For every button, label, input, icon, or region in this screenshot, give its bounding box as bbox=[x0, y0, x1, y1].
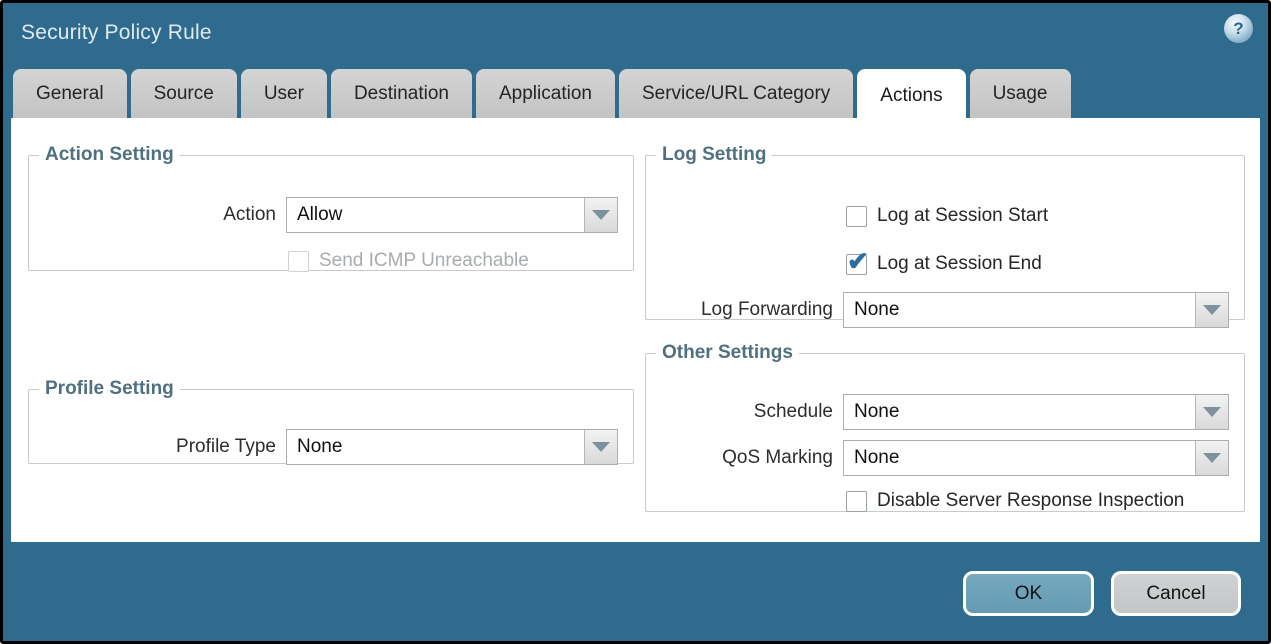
log-session-start-row: Log at Session Start bbox=[846, 205, 1048, 227]
help-icon[interactable]: ? bbox=[1224, 14, 1253, 43]
disable-server-response-inspection-checkbox[interactable] bbox=[846, 491, 867, 512]
triangle-glyph bbox=[592, 210, 610, 220]
log-session-start-checkbox[interactable] bbox=[846, 206, 867, 227]
qos-marking-dropdown-value: None bbox=[844, 441, 1195, 475]
ok-button[interactable]: OK bbox=[963, 571, 1094, 616]
tab-service-url-category[interactable]: Service/URL Category bbox=[619, 69, 853, 118]
tab-usage[interactable]: Usage bbox=[970, 69, 1071, 118]
dsri-row: Disable Server Response Inspection bbox=[846, 490, 1184, 512]
log-forwarding-label: Log Forwarding bbox=[646, 299, 833, 321]
action-setting-legend: Action Setting bbox=[39, 144, 180, 166]
disable-server-response-inspection-label[interactable]: Disable Server Response Inspection bbox=[877, 490, 1184, 512]
profile-setting-legend: Profile Setting bbox=[39, 378, 180, 400]
actions-tab-content: Action Setting Action Allow Send ICMP Un… bbox=[11, 118, 1260, 542]
log-setting-legend: Log Setting bbox=[656, 144, 772, 166]
action-setting-group: Action Setting Action Allow Send ICMP Un… bbox=[28, 144, 634, 271]
chevron-down-icon[interactable] bbox=[1195, 395, 1228, 429]
schedule-label: Schedule bbox=[646, 401, 833, 423]
action-label: Action bbox=[39, 204, 276, 226]
tab-actions[interactable]: Actions bbox=[857, 69, 965, 123]
triangle-glyph bbox=[1203, 305, 1221, 315]
tab-source[interactable]: Source bbox=[131, 69, 237, 118]
tab-application[interactable]: Application bbox=[476, 69, 615, 118]
action-dropdown[interactable]: Allow bbox=[286, 197, 618, 233]
send-icmp-unreachable-label: Send ICMP Unreachable bbox=[319, 250, 529, 272]
send-icmp-unreachable-checkbox bbox=[288, 251, 309, 272]
tab-destination[interactable]: Destination bbox=[331, 69, 472, 118]
tab-bar: General Source User Destination Applicat… bbox=[13, 69, 1071, 123]
log-session-end-label[interactable]: Log at Session End bbox=[877, 253, 1042, 275]
triangle-glyph bbox=[1203, 453, 1221, 463]
tab-user[interactable]: User bbox=[241, 69, 327, 118]
triangle-glyph bbox=[1203, 407, 1221, 417]
tab-general[interactable]: General bbox=[13, 69, 127, 118]
profile-type-dropdown-value: None bbox=[287, 430, 584, 464]
schedule-dropdown[interactable]: None bbox=[843, 394, 1229, 430]
log-session-end-row: Log at Session End bbox=[846, 253, 1042, 275]
cancel-button[interactable]: Cancel bbox=[1111, 571, 1241, 616]
send-icmp-unreachable-row: Send ICMP Unreachable bbox=[288, 250, 529, 272]
profile-setting-group: Profile Setting Profile Type None bbox=[28, 378, 634, 464]
profile-type-dropdown[interactable]: None bbox=[286, 429, 618, 465]
question-mark-glyph: ? bbox=[1233, 20, 1243, 37]
action-dropdown-value: Allow bbox=[287, 198, 584, 232]
chevron-down-icon[interactable] bbox=[584, 430, 617, 464]
schedule-dropdown-value: None bbox=[844, 395, 1195, 429]
chevron-down-icon[interactable] bbox=[584, 198, 617, 232]
chevron-down-icon[interactable] bbox=[1195, 293, 1228, 327]
log-session-start-label[interactable]: Log at Session Start bbox=[877, 205, 1048, 227]
dialog-title: Security Policy Rule bbox=[21, 21, 212, 45]
log-session-end-checkbox[interactable] bbox=[846, 254, 867, 275]
chevron-down-icon[interactable] bbox=[1195, 441, 1228, 475]
qos-marking-label: QoS Marking bbox=[646, 447, 833, 469]
log-forwarding-dropdown-value: None bbox=[844, 293, 1195, 327]
qos-marking-dropdown[interactable]: None bbox=[843, 440, 1229, 476]
other-settings-group: Other Settings Schedule None QoS Marking… bbox=[645, 342, 1245, 512]
triangle-glyph bbox=[592, 442, 610, 452]
log-forwarding-dropdown[interactable]: None bbox=[843, 292, 1229, 328]
other-settings-legend: Other Settings bbox=[656, 342, 799, 364]
profile-type-label: Profile Type bbox=[39, 436, 276, 458]
log-setting-group: Log Setting Log at Session Start Log at … bbox=[645, 144, 1245, 320]
security-policy-rule-dialog: Security Policy Rule ? General Source Us… bbox=[0, 0, 1271, 644]
